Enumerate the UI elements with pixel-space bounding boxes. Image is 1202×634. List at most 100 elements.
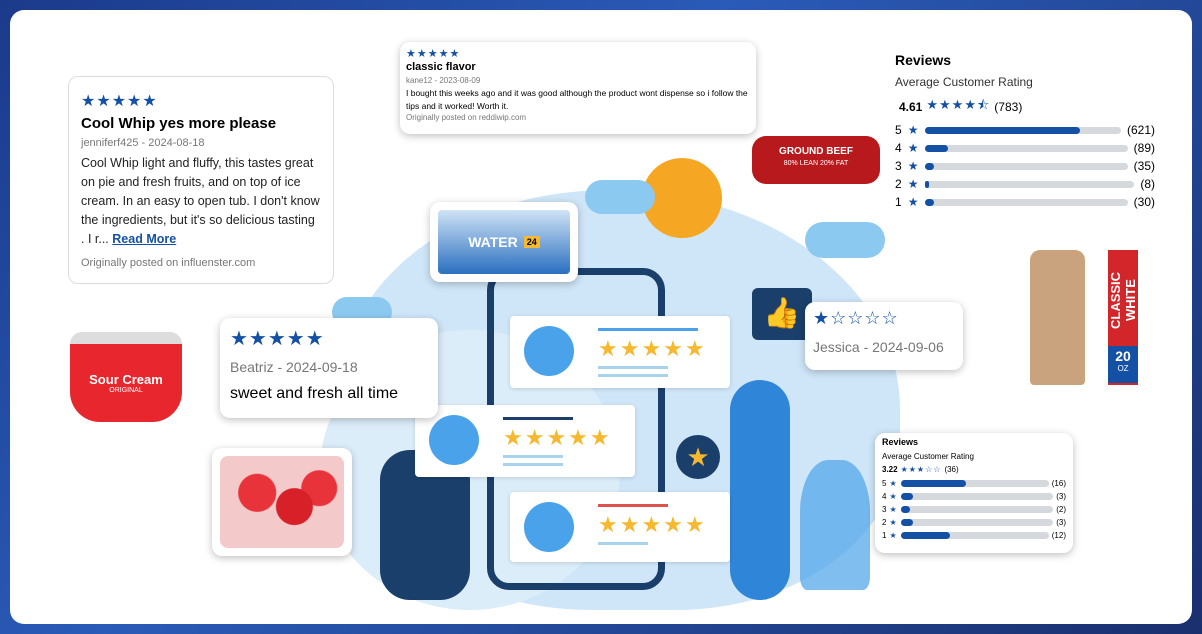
review-title: classic flavor — [406, 61, 476, 73]
review-title: Cool Whip yes more please — [81, 115, 277, 132]
rating-bar — [900, 493, 1054, 500]
star-count: (89) — [1133, 141, 1155, 155]
rating-bar-row[interactable]: 5 ★ (621) — [895, 121, 1155, 139]
review-author: kane12 - 2023-08-09 — [406, 76, 481, 85]
star-label: 5 — [895, 123, 902, 137]
star-icon: ★ — [907, 177, 920, 191]
product-label: Sour Cream — [89, 372, 163, 387]
product-size: 20 — [1115, 348, 1131, 364]
rating-bar-row[interactable]: 4 ★ (3) — [882, 490, 1066, 503]
star-icon: ★ — [889, 479, 898, 488]
review-body: Cool Whip light and fluffy, this tastes … — [81, 154, 321, 249]
star-label: 1 — [882, 531, 887, 540]
average-rating-row: 4.61 ★★★★⯪ (783) — [895, 96, 1155, 118]
product-unit: OZ — [1117, 364, 1129, 373]
star-label: 3 — [895, 159, 902, 173]
review-card-cool-whip: ★★★★★ Cool Whip yes more please jennifer… — [68, 76, 334, 284]
review-author: Jessica - 2024-09-06 — [813, 339, 944, 355]
product-label: GROUND BEEF — [779, 146, 853, 157]
rating-bar-fill — [925, 144, 948, 152]
reviews-heading: Reviews — [882, 437, 919, 447]
star-icon: ★ — [889, 505, 898, 514]
product-water: WATER 24 — [430, 202, 578, 282]
rating-bar-row[interactable]: 1 ★ (30) — [895, 193, 1155, 211]
product-ground-beef: GROUND BEEF 80% LEAN 20% FAT — [752, 136, 880, 184]
star-count: (12) — [1051, 531, 1066, 540]
plant — [800, 460, 870, 590]
rating-bar-row[interactable]: 1 ★ (12) — [882, 529, 1066, 542]
reviews-subheading: Average Customer Rating — [895, 75, 1033, 89]
review-card-jessica: ★☆☆☆☆ Jessica - 2024-09-06 — [805, 302, 963, 370]
star-label: 3 — [882, 505, 887, 514]
rating-bar-row[interactable]: 2 ★ (8) — [895, 175, 1155, 193]
rating-stars: ★★★★★ — [503, 425, 612, 450]
rating-bar-fill — [900, 506, 910, 513]
star-count: (3) — [1056, 518, 1066, 527]
reviews-subheading: Average Customer Rating — [882, 452, 974, 461]
star-count: (16) — [1051, 479, 1066, 488]
review-count: (783) — [994, 100, 1023, 114]
review-author: Beatriz - 2024-09-18 — [230, 359, 358, 375]
rating-stars: ★★★☆☆ — [900, 465, 942, 474]
person-right — [730, 380, 790, 600]
read-more-link[interactable]: Read More — [112, 232, 176, 246]
rating-stars: ★★★★⯪ — [926, 97, 991, 112]
rating-bar — [900, 480, 1049, 487]
star-count: (621) — [1126, 123, 1155, 137]
star-icon: ★ — [907, 195, 920, 209]
star-icon: ★ — [889, 531, 898, 540]
phone-review-card: ★★★★★ — [510, 316, 730, 388]
rating-stars: ★☆☆☆☆ — [813, 308, 899, 328]
rating-bar — [925, 162, 1128, 170]
review-author: jenniferf425 - 2024-08-18 — [81, 137, 205, 149]
reviews-summary-large: Reviews Average Customer Rating 4.61 ★★★… — [895, 52, 1155, 211]
rating-bar-fill — [900, 480, 966, 487]
rating-bar-row[interactable]: 3 ★ (35) — [895, 157, 1155, 175]
star-count: (8) — [1140, 177, 1155, 191]
product-bread — [1030, 250, 1085, 385]
star-count: (2) — [1056, 505, 1066, 514]
rating-bar-row[interactable]: 2 ★ (3) — [882, 516, 1066, 529]
reviews-summary-small: Reviews Average Customer Rating 3.22 ★★★… — [875, 433, 1073, 553]
rating-bar-fill — [925, 198, 934, 206]
product-sour-cream: Sour Cream ORIGINAL — [70, 332, 182, 422]
rating-bar — [925, 180, 1135, 188]
rating-bar — [925, 144, 1128, 152]
review-card-classic-flavor: ★★★★★ classic flavor kane12 - 2023-08-09… — [400, 42, 756, 134]
rating-stars: ★★★★★ — [230, 328, 325, 350]
rating-bar-fill — [925, 162, 934, 170]
star-icon: ★ — [889, 518, 898, 527]
product-label: CLASSIC WHITE — [1108, 271, 1138, 329]
thumbs-up-icon: 👍 — [752, 288, 812, 340]
reviews-heading: Reviews — [895, 52, 952, 68]
main-panel: 👍 ★ ★★★★★ ★★★★★ ★★★★★ ★★★★★ Cool Whip ye… — [10, 10, 1192, 624]
rating-bar-fill — [900, 532, 950, 539]
star-bubble-icon: ★ — [676, 435, 720, 479]
rating-stars: ★★★★★ — [598, 512, 707, 537]
review-text: sweet and fresh all time — [230, 385, 399, 402]
rating-bar-fill — [925, 126, 1080, 134]
review-source: Originally posted on influenster.com — [81, 257, 256, 269]
phone-review-card: ★★★★★ — [415, 405, 635, 477]
rating-bar-row[interactable]: 3 ★ (2) — [882, 503, 1066, 516]
review-source: Originally posted on reddiwip.com — [406, 113, 527, 122]
star-label: 2 — [882, 518, 887, 527]
rating-bar — [900, 506, 1054, 513]
rating-bar — [925, 126, 1121, 134]
star-icon: ★ — [889, 492, 898, 501]
star-count: (3) — [1056, 492, 1066, 501]
rating-bar — [925, 198, 1128, 206]
star-icon: ★ — [907, 123, 920, 137]
review-count: (36) — [944, 465, 959, 474]
cloud-icon — [585, 180, 655, 214]
rating-bar-fill — [900, 493, 913, 500]
rating-bar-row[interactable]: 4 ★ (89) — [895, 139, 1155, 157]
phone-review-card: ★★★★★ — [510, 492, 730, 562]
star-label: 4 — [882, 492, 887, 501]
review-text: I bought this weeks ago and it was good … — [406, 88, 748, 111]
rating-bar-fill — [900, 519, 913, 526]
rating-bar-row[interactable]: 5 ★ (16) — [882, 477, 1066, 490]
star-icon: ★ — [907, 159, 920, 173]
star-label: 1 — [895, 195, 902, 209]
rating-stars: ★★★★★ — [406, 48, 461, 60]
